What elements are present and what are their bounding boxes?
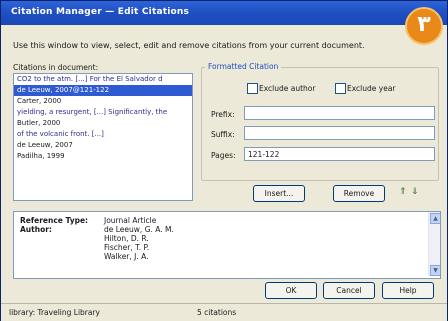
author-value: Hilton, D. R. bbox=[104, 234, 149, 243]
formatted-citation-group bbox=[201, 67, 439, 181]
reference-preview[interactable]: Reference Type: Journal Article Author: … bbox=[13, 211, 441, 279]
citation-list-item[interactable]: of the volcanic front. [...] bbox=[14, 129, 192, 140]
cancel-button[interactable]: Cancel bbox=[323, 282, 375, 299]
exclude-year-label: Exclude year bbox=[347, 84, 396, 93]
title-bar[interactable]: Citation Manager — Edit Citations bbox=[1, 1, 447, 25]
move-down-icon[interactable]: ⇓ bbox=[411, 187, 419, 199]
exclude-author-checkbox[interactable] bbox=[247, 83, 258, 94]
prefix-field[interactable] bbox=[244, 106, 435, 120]
library-status: library: Traveling Library bbox=[9, 308, 100, 317]
suffix-field[interactable] bbox=[244, 126, 435, 140]
prefix-label: Prefix: bbox=[211, 110, 235, 119]
reference-type-value: Journal Article bbox=[104, 216, 157, 225]
help-button[interactable]: Help bbox=[382, 282, 434, 299]
step-number-badge: ٣ bbox=[405, 7, 443, 45]
suffix-label: Suffix: bbox=[211, 130, 235, 139]
scroll-down-icon[interactable]: ▼ bbox=[430, 265, 440, 276]
remove-button[interactable]: Remove bbox=[333, 185, 385, 202]
author-value: de Leeuw, G. A. M. bbox=[104, 225, 174, 234]
citation-list-item[interactable]: Padilha, 1999 bbox=[14, 151, 192, 162]
citation-list-item[interactable]: Butler, 2000 bbox=[14, 118, 192, 129]
author-value: Walker, J. A. bbox=[104, 252, 149, 261]
exclude-year-checkbox[interactable] bbox=[335, 83, 346, 94]
window-title: Citation Manager — Edit Citations bbox=[11, 7, 190, 17]
pages-field[interactable]: 121-122 bbox=[244, 147, 435, 161]
move-up-icon[interactable]: ⇑ bbox=[399, 187, 407, 199]
citation-list-item[interactable]: yielding, a resurgent, [...] Significant… bbox=[14, 107, 192, 118]
ok-button[interactable]: OK bbox=[265, 282, 317, 299]
pages-label: Pages: bbox=[211, 151, 236, 160]
status-bar: library: Traveling Library 5 citations bbox=[1, 303, 447, 321]
citation-list-item[interactable]: Carter, 2000 bbox=[14, 96, 192, 107]
edit-citations-window: Citation Manager — Edit Citations ٣ Use … bbox=[0, 0, 448, 321]
reference-type-label: Reference Type: bbox=[20, 216, 89, 225]
scroll-up-icon[interactable]: ▲ bbox=[430, 213, 440, 224]
formatted-citation-label: Formatted Citation bbox=[205, 62, 282, 71]
citation-list-item[interactable]: CO2 to the atm. [...] For the El Salvado… bbox=[14, 74, 192, 85]
author-label: Author: bbox=[20, 225, 52, 234]
citations-list[interactable]: CO2 to the atm. [...] For the El Salvado… bbox=[13, 73, 193, 201]
citation-count: 5 citations bbox=[197, 308, 237, 317]
reference-scrollbar[interactable]: ▲ ▼ bbox=[428, 212, 440, 276]
insert-button[interactable]: Insert... bbox=[253, 185, 305, 202]
citation-list-item[interactable]: de Leeuw, 2007@121-122 bbox=[14, 85, 192, 96]
citation-list-item[interactable]: de Leeuw, 2007 bbox=[14, 140, 192, 151]
author-value: Fischer, T. P. bbox=[104, 243, 150, 252]
exclude-author-label: Exclude author bbox=[259, 84, 316, 93]
citations-label: Citations in document: bbox=[13, 63, 99, 72]
instruction-text: Use this window to view, select, edit an… bbox=[13, 41, 365, 50]
